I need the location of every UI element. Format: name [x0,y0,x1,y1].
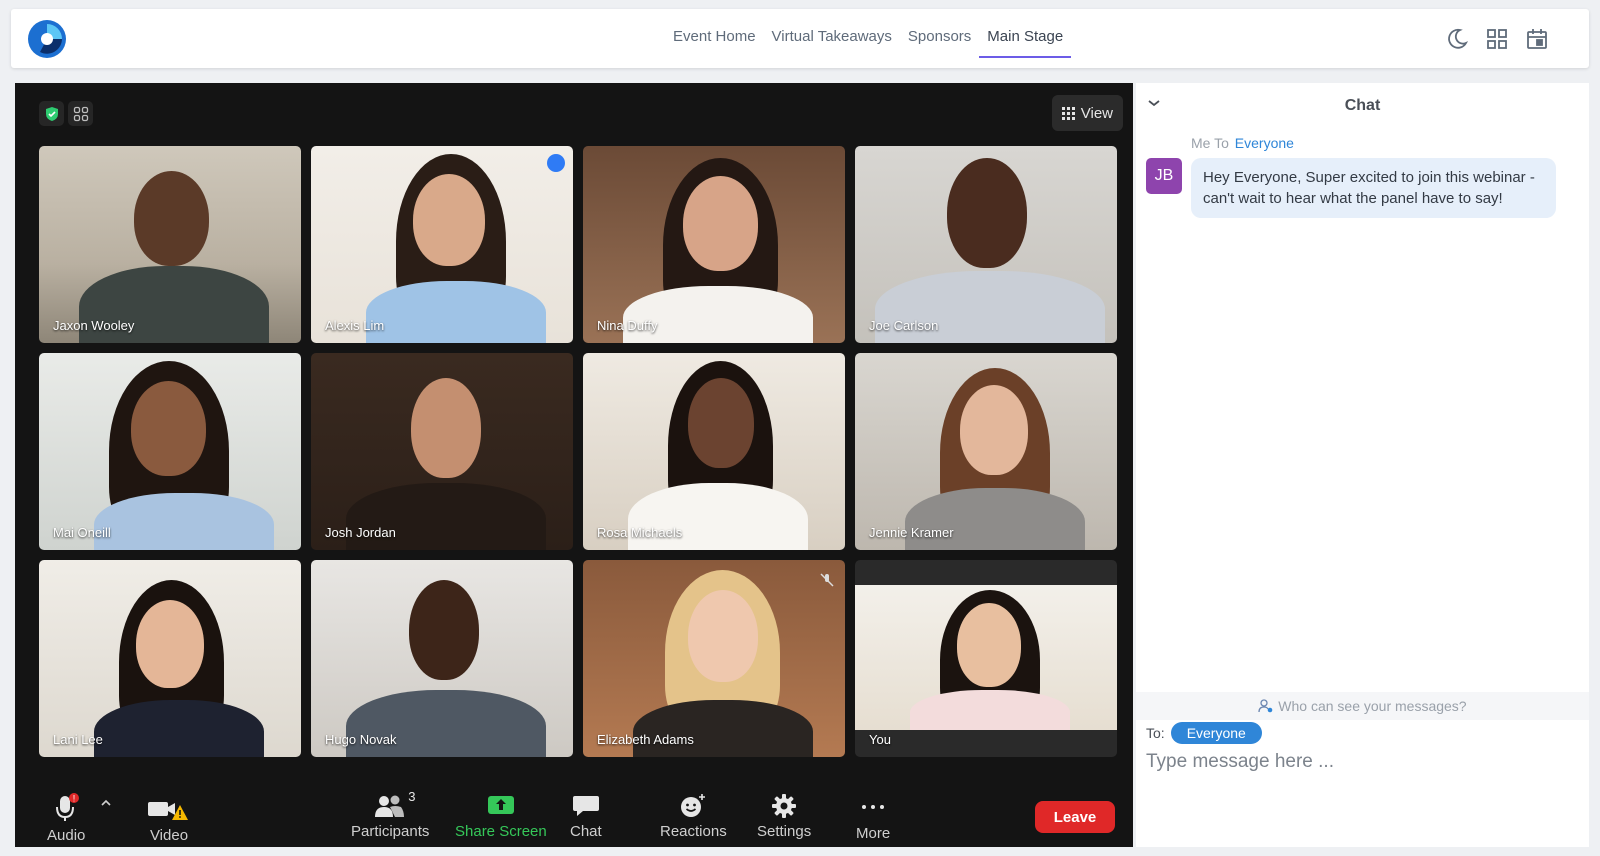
participant-name: Nina Duffy [597,318,658,333]
participant-video [633,700,813,757]
participant-tile-self[interactable]: You [855,560,1117,757]
recipient-select[interactable]: Everyone [1170,722,1262,744]
speaking-icon [547,154,565,172]
participant-tile[interactable]: Jennie Kramer [855,353,1117,550]
message-sender: Me [1191,135,1211,151]
audio-alert-badge: ! [73,794,76,804]
layout-grid-icon[interactable] [68,101,93,126]
participant-video [905,488,1085,550]
audio-button[interactable]: ! Audio [47,793,85,844]
participant-name: You [869,732,891,747]
participant-tile[interactable]: Elizabeth Adams [583,560,845,757]
shield-icon[interactable] [39,101,64,126]
participant-name: Rosa Michaels [597,525,683,540]
participant-tile[interactable]: Mai Oneill [39,353,301,550]
participant-name: Joe Carlson [869,318,939,333]
share-screen-icon [487,796,514,814]
mic-muted-icon [820,573,834,587]
who-can-see-text: Who can see your messages? [1278,698,1467,714]
participant-video [366,281,546,343]
video-button[interactable]: Video [146,793,192,844]
participant-tile[interactable]: Lani Lee [39,560,301,757]
chevron-up-icon[interactable] [100,797,112,809]
settings-label: Settings [757,823,812,840]
chat-button[interactable]: Chat [570,793,602,840]
share-screen-button[interactable]: Share Screen [455,793,547,840]
view-grid-icon [1061,106,1075,120]
message-input[interactable] [1146,747,1576,777]
participants-label: Participants [351,823,430,840]
share-screen-label: Share Screen [455,823,547,840]
settings-button[interactable]: Settings [757,793,811,840]
participant-video [623,286,813,343]
message-to-word: To [1214,135,1229,151]
participant-name: Mai Oneill [53,525,111,540]
microphone-icon: ! [56,793,80,821]
participant-name: Elizabeth Adams [597,732,694,747]
audio-label: Audio [47,827,86,844]
participant-tile[interactable]: Rosa Michaels [583,353,845,550]
chat-panel: Chat Me To Everyone JB Hey Everyone, Sup… [1136,83,1589,847]
participant-tile[interactable]: Josh Jordan [311,353,573,550]
view-label: View [1080,104,1113,122]
reactions-label: Reactions [660,823,727,840]
more-button[interactable]: More [856,793,890,842]
leave-button[interactable]: Leave [1035,801,1115,833]
participants-button[interactable]: 3 Participants [351,789,430,840]
calendar-icon[interactable] [1525,27,1549,51]
top-bar: Event Home Virtual Takeaways Sponsors Ma… [11,9,1589,68]
message-meta: Me To Everyone [1191,135,1294,151]
chat-label: Chat [570,823,602,840]
nav-virtual-takeaways[interactable]: Virtual Takeaways [764,9,900,68]
participant-tile[interactable]: Hugo Novak [311,560,573,757]
app-logo[interactable] [28,20,66,58]
view-button[interactable]: View [1051,95,1123,131]
grid-icon[interactable] [1485,27,1509,51]
more-label: More [856,825,891,842]
participant-name: Lani Lee [53,732,103,747]
participant-name: Hugo Novak [325,732,397,747]
participant-video [94,493,274,550]
participants-icon [375,795,405,817]
participant-name: Jaxon Wooley [53,318,135,333]
nav-event-home[interactable]: Event Home [665,9,764,68]
meeting-controls: ! Audio Video 3 Participants Share Scree… [15,787,1133,847]
chat-title: Chat [1344,97,1381,114]
who-can-see-link[interactable]: Who can see your messages? [1136,692,1589,720]
participant-grid: Jaxon Wooley Alexis Lim Nina Duffy Joe C… [39,146,1117,760]
user-visibility-icon [1258,699,1273,713]
participant-name: Josh Jordan [325,525,396,540]
message-recipient: Everyone [1234,135,1294,151]
participant-tile[interactable]: Nina Duffy [583,146,845,343]
top-actions [1445,27,1549,51]
participant-tile[interactable]: Jaxon Wooley [39,146,301,343]
video-label: Video [149,827,189,844]
more-dots-icon [862,805,885,809]
participant-tile[interactable]: Joe Carlson [855,146,1117,343]
participant-name: Alexis Lim [325,318,385,333]
participant-name: Jennie Kramer [869,525,954,540]
reactions-button[interactable]: Reactions [660,793,727,840]
recipient-row: To: Everyone [1146,720,1262,746]
chat-icon [572,796,599,816]
moon-icon[interactable] [1445,27,1469,51]
message-bubble: Hey Everyone, Super excited to join this… [1191,158,1556,218]
participant-video [910,690,1070,730]
to-label: To: [1146,725,1165,741]
main-nav: Event Home Virtual Takeaways Sponsors Ma… [665,9,1072,68]
nav-main-stage[interactable]: Main Stage [979,9,1072,68]
video-stage: View Jaxon Wooley Alexis Lim Nina Duffy [15,83,1133,847]
participant-tile[interactable]: Alexis Lim [311,146,573,343]
participants-count: 3 [408,789,416,804]
nav-sponsors[interactable]: Sponsors [900,9,979,68]
gear-icon [772,794,797,818]
reactions-icon [681,794,706,817]
camera-warning-icon [148,802,188,820]
participant-video [94,700,264,757]
stage-status-icons [39,101,93,126]
avatar: JB [1146,158,1182,194]
